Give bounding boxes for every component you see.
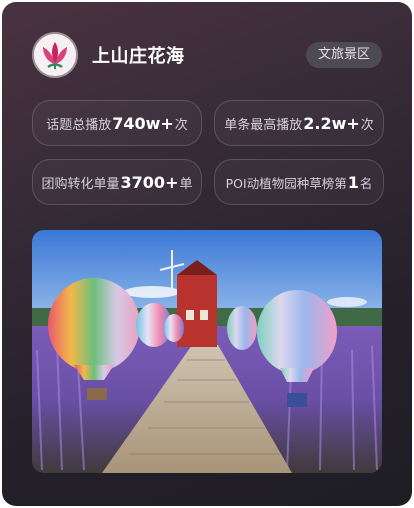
category-tag[interactable]: 文旅景区 — [305, 42, 382, 68]
stat-label: 话题总播放 — [46, 117, 112, 133]
scenic-spot-card[interactable]: 上山庄花海 文旅景区 话题总播放 740w+ 次 单条最高播放 2.2w+ 次 … — [2, 2, 412, 506]
scenic-photo-illustration — [32, 230, 382, 473]
stat-value: 2.2w+ — [303, 113, 360, 133]
stat-label: 单条最高播放 — [224, 117, 303, 133]
stat-label: 团购转化单量 — [41, 176, 120, 192]
stat-topic-plays: 话题总播放 740w+ 次 — [32, 100, 202, 146]
stat-unit: 单 — [179, 176, 193, 192]
stat-label: POI动植物园种草榜第 — [225, 175, 347, 191]
card-header: 上山庄花海 文旅景区 — [32, 32, 382, 82]
stat-value: 1 — [347, 172, 359, 192]
page-title: 上山庄花海 — [92, 46, 185, 67]
lotus-logo-icon — [34, 34, 76, 76]
avatar — [32, 32, 78, 78]
scenic-photo[interactable] — [32, 230, 382, 473]
stat-value: 3700+ — [120, 172, 179, 192]
stat-unit: 名 — [359, 175, 373, 191]
stat-max-single-plays: 单条最高播放 2.2w+ 次 — [214, 100, 384, 146]
stat-unit: 次 — [360, 117, 374, 133]
stat-poi-rank: POI动植物园种草榜第 1 名 — [214, 159, 384, 205]
stat-group-buy-orders: 团购转化单量 3700+ 单 — [32, 159, 202, 205]
stat-value: 740w+ — [112, 113, 174, 133]
stat-unit: 次 — [174, 117, 188, 133]
